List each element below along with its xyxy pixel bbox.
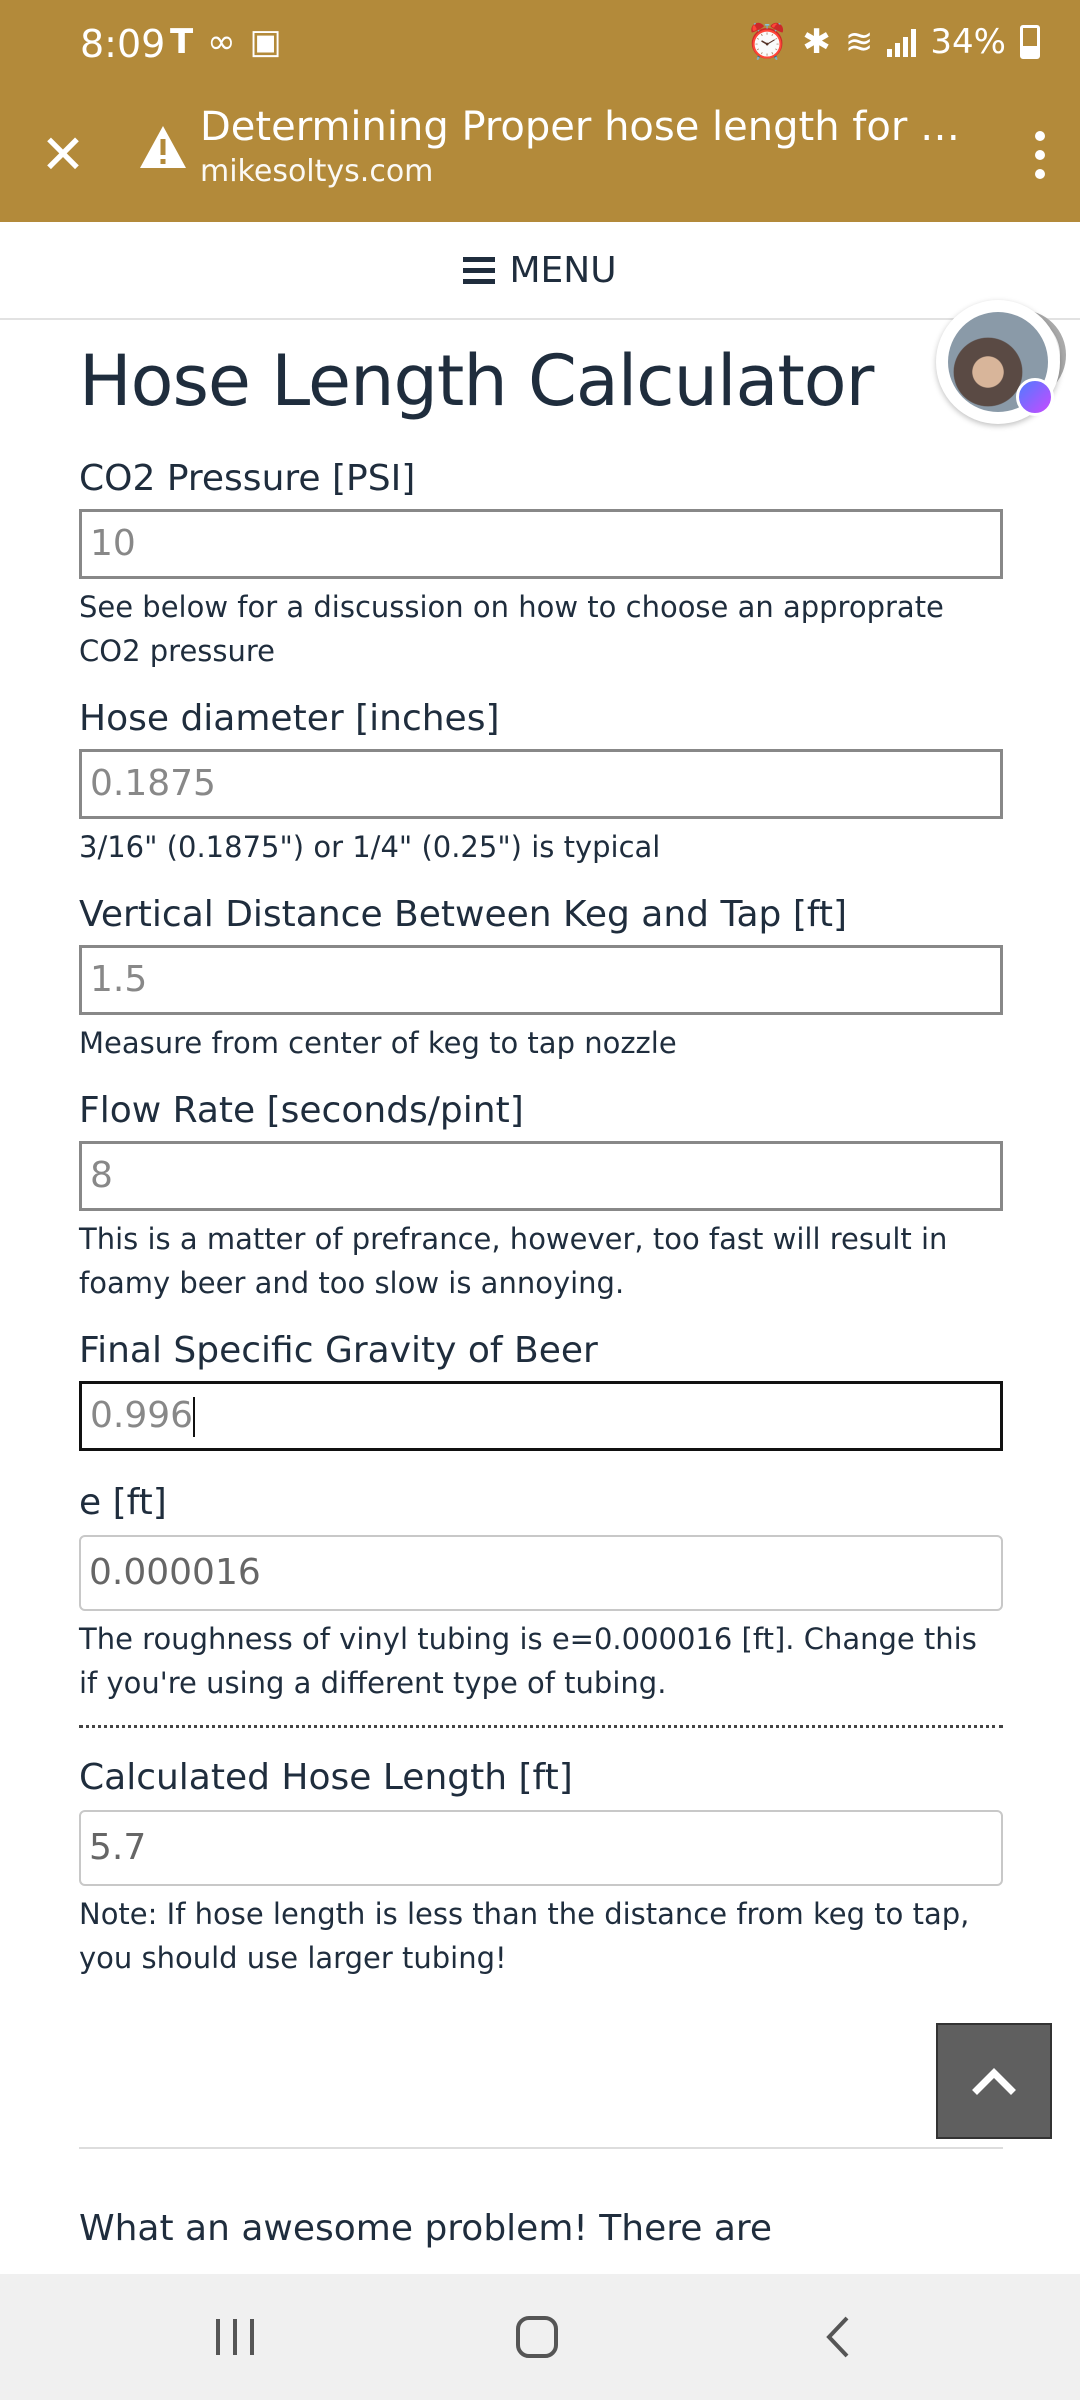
field-hint: Measure from center of keg to tap nozzle: [79, 1026, 677, 1060]
system-nav-bar: [0, 2274, 1080, 2400]
chevron-up-icon: [972, 2068, 1016, 2095]
final-gravity-input[interactable]: 0.996: [79, 1381, 1003, 1451]
hose-diameter-field: Hose diameter [inches] 0.1875 3/16" (0.1…: [79, 698, 1003, 869]
result-label: Calculated Hose Length [ft]: [79, 1757, 573, 1798]
co2-pressure-field: CO2 Pressure [PSI] 10 See below for a di…: [79, 458, 1003, 673]
tab-title: Determining Proper hose length for yo...: [200, 104, 960, 150]
result-output[interactable]: 5.7: [79, 1810, 1003, 1886]
address-area[interactable]: Determining Proper hose length for yo...…: [200, 104, 960, 189]
status-left-icons: T ∞ ▣: [170, 22, 282, 62]
alarm-icon: ⏰: [746, 22, 789, 62]
site-menu-bar[interactable]: MENU: [0, 222, 1080, 320]
final-gravity-field: Final Specific Gravity of Beer 0.996: [79, 1330, 1003, 1451]
page-content: Hose Length Calculator: [79, 320, 1003, 422]
vertical-distance-input[interactable]: 1.5: [79, 945, 1003, 1015]
messenger-icon: [1016, 378, 1054, 416]
field-label: Flow Rate [seconds/pint]: [79, 1090, 524, 1131]
back-to-top-button[interactable]: [936, 2023, 1052, 2139]
co2-pressure-input[interactable]: 10: [79, 509, 1003, 579]
flow-rate-input[interactable]: 8: [79, 1141, 1003, 1211]
field-hint: The roughness of vinyl tubing is e=0.000…: [79, 1622, 977, 1700]
signal-icon: [887, 27, 917, 57]
field-label: e [ft]: [79, 1482, 167, 1523]
content-divider: [79, 2147, 1003, 2149]
recent-apps-button[interactable]: [190, 2302, 280, 2372]
carrier-icon: T: [170, 22, 194, 62]
field-label: CO2 Pressure [PSI]: [79, 458, 416, 499]
back-icon: [826, 2316, 849, 2358]
field-hint: This is a matter of prefrance, however, …: [79, 1222, 948, 1300]
back-button[interactable]: [794, 2302, 884, 2372]
gallery-icon: ▣: [249, 22, 282, 62]
field-hint: 3/16" (0.1875") or 1/4" (0.25") is typic…: [79, 830, 661, 864]
battery-icon: [1020, 25, 1040, 59]
status-time: 8:09: [80, 22, 166, 66]
insecure-warning-icon[interactable]: [138, 124, 188, 170]
status-right-icons: ⏰ ✱ ≋ 34%: [746, 22, 1040, 62]
menu-label: MENU: [509, 249, 617, 291]
field-label: Final Specific Gravity of Beer: [79, 1330, 598, 1371]
browser-chrome: 8:09 T ∞ ▣ ⏰ ✱ ≋ 34% ✕ Determining Prope…: [0, 0, 1080, 222]
hose-diameter-input[interactable]: 0.1875: [79, 749, 1003, 819]
hamburger-icon: [463, 256, 496, 284]
close-tab-button[interactable]: ✕: [28, 120, 98, 190]
recent-apps-icon: [216, 2319, 254, 2355]
roughness-field: e [ft] 0.000016 The roughness of vinyl t…: [79, 1482, 1003, 1705]
section-divider: [79, 1725, 1003, 1728]
battery-percent: 34%: [930, 22, 1006, 62]
more-options-icon[interactable]: [1020, 120, 1060, 190]
field-label: Vertical Distance Between Keg and Tap [f…: [79, 894, 848, 935]
domain-label: mikesoltys.com: [200, 154, 434, 189]
field-label: Hose diameter [inches]: [79, 698, 500, 739]
bluetooth-icon: ✱: [802, 22, 831, 62]
flow-rate-field: Flow Rate [seconds/pint] 8 This is a mat…: [79, 1090, 1003, 1305]
result-hint: Note: If hose length is less than the di…: [79, 1897, 970, 1975]
article-paragraph: What an awesome problem! There are: [79, 2208, 773, 2249]
roughness-input[interactable]: 0.000016: [79, 1535, 1003, 1611]
voicemail-icon: ∞: [207, 22, 236, 62]
result-field: Calculated Hose Length [ft] 5.7 Note: If…: [79, 1757, 1003, 1980]
vertical-distance-field: Vertical Distance Between Keg and Tap [f…: [79, 894, 1003, 1065]
text-cursor: [193, 1397, 196, 1437]
wifi-icon: ≋: [844, 22, 874, 62]
home-icon: [516, 2316, 558, 2358]
field-hint: See below for a discussion on how to cho…: [79, 590, 944, 668]
final-gravity-value: 0.996: [90, 1395, 194, 1436]
browser-toolbar: ✕ Determining Proper hose length for yo.…: [0, 90, 1080, 222]
home-button[interactable]: [492, 2302, 582, 2372]
page-title: Hose Length Calculator: [79, 340, 874, 422]
status-bar: 8:09 T ∞ ▣ ⏰ ✱ ≋ 34%: [0, 0, 1080, 90]
